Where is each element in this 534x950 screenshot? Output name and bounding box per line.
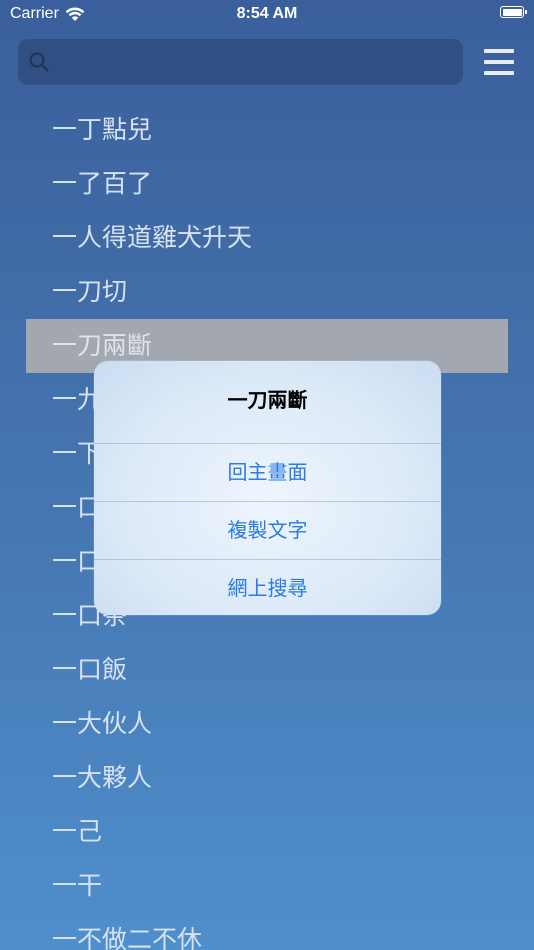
list-item[interactable]: 一人得道雞犬升天 <box>0 211 534 265</box>
search-icon <box>29 52 49 72</box>
status-time: 8:54 AM <box>236 5 298 22</box>
list-item[interactable]: 一不做二不休 <box>0 913 534 950</box>
menu-icon-bar <box>484 60 514 64</box>
copy-text-button[interactable]: 複製文字 <box>94 502 441 560</box>
list-item[interactable]: 一干 <box>0 859 534 913</box>
status-bar: Carrier 8:54 AM <box>0 0 534 30</box>
list-item[interactable]: 一己 <box>0 805 534 859</box>
search-input[interactable] <box>58 39 457 87</box>
list-item[interactable]: 一大夥人 <box>0 751 534 805</box>
list-item[interactable]: 一大伙人 <box>0 697 534 751</box>
menu-icon-bar <box>484 49 514 53</box>
menu-icon-bar <box>484 71 514 75</box>
list-item[interactable]: 一口飯 <box>0 643 534 697</box>
list-item[interactable]: 一丁點兒 <box>0 103 534 157</box>
list-item[interactable]: 一刀切 <box>0 265 534 319</box>
search-bar[interactable] <box>18 39 463 87</box>
popup-title: 一刀兩斷 <box>94 361 441 444</box>
web-search-button[interactable]: 網上搜尋 <box>94 560 441 615</box>
context-popup: 一刀兩斷 回主畫面 複製文字 網上搜尋 <box>94 361 441 615</box>
battery-icon <box>500 6 527 18</box>
list-item[interactable]: 一了百了 <box>0 157 534 211</box>
menu-button[interactable] <box>480 44 518 80</box>
home-button[interactable]: 回主畫面 <box>94 444 441 502</box>
